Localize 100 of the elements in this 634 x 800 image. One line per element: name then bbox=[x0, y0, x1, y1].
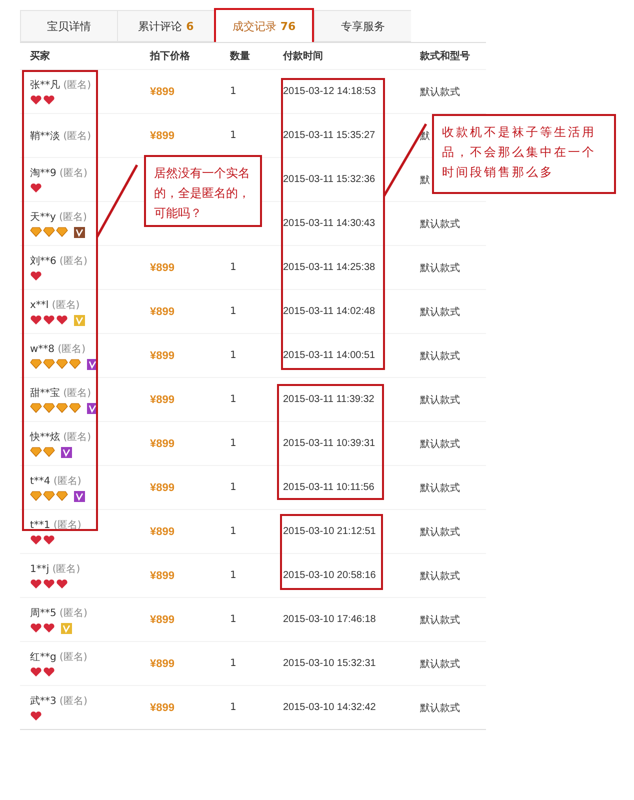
price: ¥899 bbox=[150, 394, 174, 406]
price: ¥899 bbox=[150, 614, 174, 626]
diamond-icon bbox=[30, 403, 42, 413]
buyer-name: 刘**6 (匿名) bbox=[30, 254, 88, 268]
diamond-icon bbox=[69, 359, 81, 369]
price: ¥899 bbox=[150, 438, 174, 450]
quantity: 1 bbox=[230, 526, 236, 537]
price: ¥899 bbox=[150, 86, 174, 98]
diamond-icon bbox=[56, 403, 68, 413]
payment-time: 2015-03-11 11:39:32 bbox=[283, 394, 374, 405]
model-name: 默认款式 bbox=[420, 482, 460, 494]
diamond-icon bbox=[56, 359, 68, 369]
quantity: 1 bbox=[230, 306, 236, 317]
heart-icon bbox=[30, 271, 42, 281]
heart-icon bbox=[56, 315, 68, 325]
payment-time: 2015-03-10 21:12:51 bbox=[283, 526, 376, 537]
quantity: 1 bbox=[230, 438, 236, 449]
quantity: 1 bbox=[230, 570, 236, 581]
model-name: 默认款式 bbox=[420, 394, 460, 406]
heart-icon bbox=[56, 579, 68, 589]
price: ¥899 bbox=[150, 702, 174, 714]
heart-icon bbox=[30, 535, 42, 545]
buyer-name: 鞘**淡 (匿名) bbox=[30, 130, 92, 142]
tab[interactable]: 累计评论 6 bbox=[117, 10, 214, 42]
heart-icon bbox=[30, 315, 42, 325]
quantity: 1 bbox=[230, 614, 236, 625]
diamond-icon bbox=[30, 447, 42, 457]
price: ¥899 bbox=[150, 570, 174, 582]
quantity: 1 bbox=[230, 482, 236, 493]
model-name: 默认款式 bbox=[420, 658, 460, 670]
price: ¥899 bbox=[150, 350, 174, 362]
buyer-name: t**1 (匿名) bbox=[30, 518, 82, 532]
buyer-name: 张**凡 (匿名) bbox=[30, 78, 92, 92]
tab[interactable]: 专享服务 bbox=[314, 10, 411, 42]
payment-time: 2015-03-11 14:00:51 bbox=[283, 350, 376, 361]
column-header: 款式和型号 bbox=[418, 50, 471, 63]
payment-time: 2015-03-11 10:39:31 bbox=[283, 438, 376, 449]
buyer-name: 红**g (匿名) bbox=[30, 650, 88, 664]
price: ¥899 bbox=[150, 658, 174, 670]
heart-icon bbox=[43, 623, 55, 633]
model-name: 默认款式 bbox=[420, 86, 460, 98]
tab[interactable]: 成交记录 76 bbox=[214, 8, 314, 42]
model-name: 默认款式 bbox=[420, 570, 460, 582]
quantity: 1 bbox=[230, 86, 236, 97]
heart-icon bbox=[30, 623, 42, 633]
price: ¥899 bbox=[150, 262, 174, 274]
buyer-name: 天**y (匿名) bbox=[30, 210, 88, 224]
diamond-icon bbox=[30, 227, 42, 237]
diamond-icon bbox=[43, 359, 55, 369]
diamond-icon bbox=[43, 447, 55, 457]
price: ¥899 bbox=[150, 130, 174, 142]
payment-time: 2015-03-11 15:32:36 bbox=[283, 174, 376, 185]
buyer-name: t**4 (匿名) bbox=[30, 474, 82, 488]
tab[interactable]: 宝贝详情 bbox=[20, 10, 117, 42]
payment-time: 2015-03-11 14:02:48 bbox=[283, 306, 376, 317]
heart-icon bbox=[30, 667, 42, 677]
price: ¥899 bbox=[150, 526, 174, 538]
quantity: 1 bbox=[230, 394, 236, 405]
payment-time: 2015-03-10 14:32:42 bbox=[283, 702, 376, 713]
diamond-icon bbox=[43, 227, 55, 237]
diamond-icon bbox=[30, 359, 42, 369]
diamond-icon bbox=[69, 403, 81, 413]
buyer-name: 淘**9 (匿名) bbox=[30, 166, 88, 180]
heart-icon bbox=[43, 667, 55, 677]
payment-time: 2015-03-10 15:32:31 bbox=[283, 658, 376, 669]
model-name: 默认款式 bbox=[420, 702, 460, 714]
heart-icon bbox=[43, 579, 55, 589]
column-header: 付款时间 bbox=[282, 50, 324, 63]
payment-time: 2015-03-10 20:58:16 bbox=[283, 570, 376, 581]
column-header: 数量 bbox=[228, 50, 251, 63]
callout-note: 居然没有一个实名的，全是匿名的，可能吗？ bbox=[144, 155, 262, 227]
model-name: 默认款式 bbox=[420, 438, 460, 450]
heart-icon bbox=[30, 183, 42, 193]
buyer-name: 周**5 (匿名) bbox=[30, 606, 88, 620]
heart-icon bbox=[30, 579, 42, 589]
model-name: 默认款式 bbox=[420, 306, 460, 318]
heart-icon bbox=[30, 95, 42, 105]
model-name: 默认款式 bbox=[420, 350, 460, 362]
quantity: 1 bbox=[230, 702, 236, 713]
diamond-icon bbox=[43, 491, 55, 501]
model-name: 默认款式 bbox=[420, 526, 460, 538]
column-header: 拍下价格 bbox=[148, 50, 191, 63]
heart-icon bbox=[43, 95, 55, 105]
buyer-name: 1**j (匿名) bbox=[30, 562, 82, 576]
payment-time: 2015-03-11 14:25:38 bbox=[283, 262, 376, 273]
quantity: 1 bbox=[230, 350, 236, 361]
quantity: 1 bbox=[230, 658, 236, 669]
callout-note: 收款机不是袜子等生活用品，不会那么集中在一个时间段销售那么多 bbox=[432, 114, 616, 194]
buyer-name: 快**炫 (匿名) bbox=[30, 430, 92, 444]
price: ¥899 bbox=[150, 482, 174, 494]
buyer-name: x**l (匿名) bbox=[30, 298, 81, 312]
model-name: 默认款式 bbox=[420, 218, 460, 230]
buyer-name: w**8 (匿名) bbox=[30, 342, 87, 356]
quantity: 1 bbox=[230, 262, 236, 273]
heart-icon bbox=[43, 535, 55, 545]
payment-time: 2015-03-11 14:30:43 bbox=[283, 218, 376, 229]
buyer-name: 武**3 (匿名) bbox=[30, 694, 88, 708]
payment-time: 2015-03-12 14:18:53 bbox=[283, 86, 376, 97]
heart-icon bbox=[43, 315, 55, 325]
diamond-icon bbox=[56, 491, 68, 501]
